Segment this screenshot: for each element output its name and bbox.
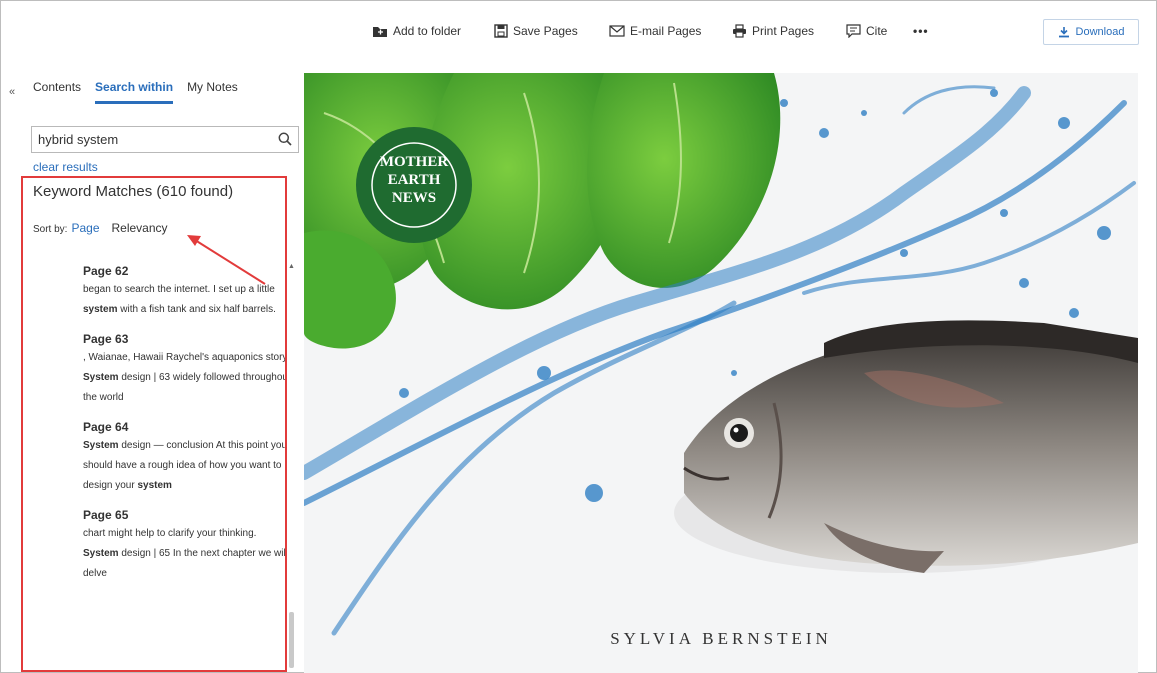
cite-icon bbox=[846, 24, 861, 38]
badge-line-2: EARTH bbox=[388, 172, 441, 188]
book-author: SYLVIA BERNSTEIN bbox=[610, 629, 832, 648]
result-snippet: System design — conclusion At this point… bbox=[83, 440, 287, 491]
email-icon bbox=[609, 25, 625, 37]
result-snippet: chart might help to clarify your thinkin… bbox=[83, 528, 287, 579]
result-snippet: , Waianae, Hawaii Raychel's aquaponics s… bbox=[83, 352, 287, 403]
email-pages-button[interactable]: E-mail Pages bbox=[609, 24, 701, 38]
print-icon bbox=[733, 24, 746, 38]
sort-by-page-link[interactable]: Page bbox=[71, 221, 99, 235]
cite-label: Cite bbox=[866, 24, 888, 38]
scroll-up-arrow[interactable]: ▲ bbox=[288, 263, 295, 270]
cite-button[interactable]: Cite bbox=[846, 24, 887, 38]
print-pages-label: Print Pages bbox=[752, 24, 815, 38]
folder-icon bbox=[373, 26, 387, 37]
search-within-input[interactable] bbox=[32, 127, 274, 152]
result-item[interactable]: Page 64 System design — conclusion At th… bbox=[83, 420, 287, 496]
book-cover-image: MOTHER EARTH NEWS bbox=[304, 73, 1138, 673]
sort-by-row: Sort by: Page Relevancy bbox=[33, 221, 168, 235]
result-page-title: Page 64 bbox=[83, 420, 129, 434]
sort-by-relevancy-link[interactable]: Relevancy bbox=[112, 221, 168, 235]
book-page-viewer[interactable]: MOTHER EARTH NEWS SYLVIA BERNSTEIN bbox=[304, 73, 1138, 673]
result-item[interactable]: Page 63 , Waianae, Hawaii Raychel's aqua… bbox=[83, 332, 287, 408]
result-snippet: began to search the internet. I set up a… bbox=[83, 284, 276, 315]
add-to-folder-button[interactable]: Add to folder bbox=[372, 24, 461, 38]
email-pages-label: E-mail Pages bbox=[630, 24, 702, 38]
clear-results-link[interactable]: clear results bbox=[33, 160, 98, 174]
keyword-matches-panel: Keyword Matches (610 found) Sort by: Pag… bbox=[21, 176, 287, 672]
result-item[interactable]: Page 65 chart might help to clarify your… bbox=[83, 508, 287, 584]
search-within-box bbox=[31, 126, 299, 153]
result-page-title: Page 62 bbox=[83, 264, 129, 278]
scrollbar-thumb[interactable] bbox=[289, 612, 294, 668]
save-pages-label: Save Pages bbox=[513, 24, 578, 38]
toolbar: Add to folder Save Pages E-mail Pages Pr… bbox=[0, 0, 1157, 66]
tab-my-notes[interactable]: My Notes bbox=[187, 80, 238, 104]
print-pages-button[interactable]: Print Pages bbox=[732, 24, 814, 38]
tab-contents[interactable]: Contents bbox=[33, 80, 81, 104]
results-list: Page 62 began to search the internet. I … bbox=[83, 264, 287, 596]
result-page-title: Page 63 bbox=[83, 332, 129, 346]
keyword-matches-title: Keyword Matches (610 found) bbox=[33, 183, 234, 200]
search-icon[interactable] bbox=[278, 132, 292, 146]
tab-search-within[interactable]: Search within bbox=[95, 80, 174, 104]
sort-by-label: Sort by: bbox=[33, 224, 68, 235]
download-icon bbox=[1058, 27, 1069, 38]
collapse-sidebar-button[interactable]: « bbox=[9, 86, 15, 98]
add-to-folder-label: Add to folder bbox=[393, 24, 462, 38]
result-page-title: Page 65 bbox=[83, 508, 129, 522]
save-pages-button[interactable]: Save Pages bbox=[494, 24, 578, 38]
badge-line-3: NEWS bbox=[392, 190, 436, 206]
download-button[interactable]: Download bbox=[1043, 19, 1139, 45]
save-icon bbox=[494, 24, 508, 38]
more-options-button[interactable]: ••• bbox=[913, 24, 929, 38]
badge-line-1: MOTHER bbox=[380, 154, 449, 170]
mother-earth-news-badge: MOTHER EARTH NEWS bbox=[356, 127, 472, 243]
result-item[interactable]: Page 62 began to search the internet. I … bbox=[83, 264, 285, 320]
download-label: Download bbox=[1075, 26, 1125, 38]
sidebar-tabs: Contents Search within My Notes bbox=[33, 80, 252, 104]
